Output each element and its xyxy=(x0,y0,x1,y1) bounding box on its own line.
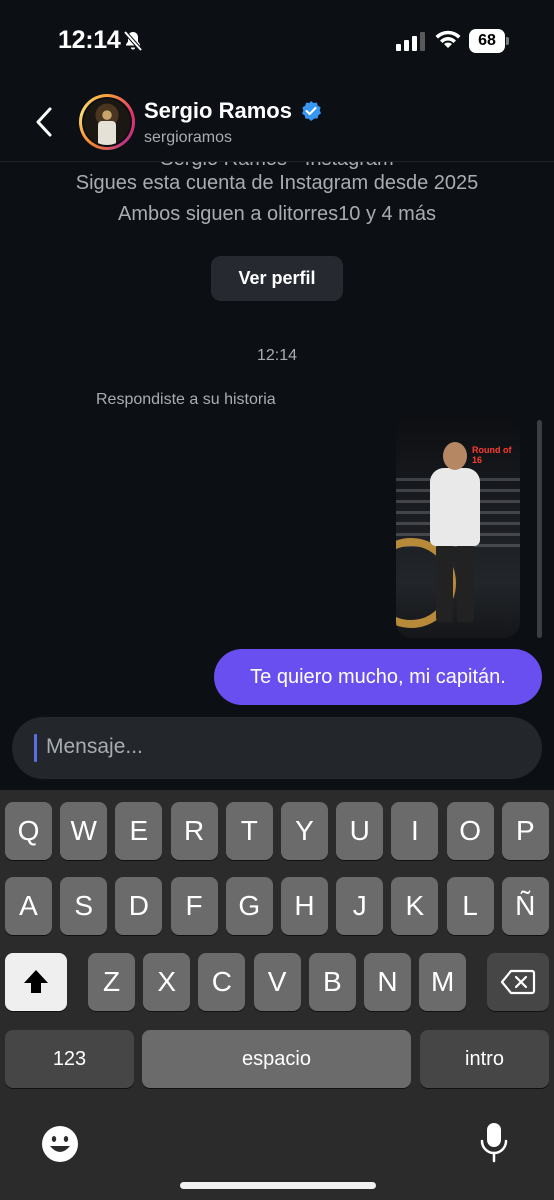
story-thumbnail[interactable]: Round of 16 xyxy=(396,418,520,638)
key-z[interactable]: Z xyxy=(88,953,135,1011)
status-time: 12:14 xyxy=(58,26,121,54)
key-u[interactable]: U xyxy=(336,802,384,860)
home-indicator xyxy=(180,1182,376,1189)
story-badge-text: Round of 16 xyxy=(472,445,512,465)
key-a[interactable]: A xyxy=(5,877,52,935)
chat-header: Sergio Ramos sergioramos xyxy=(0,84,554,162)
key-ñ[interactable]: Ñ xyxy=(501,877,549,935)
message-placeholder: Mensaje... xyxy=(46,735,143,758)
sent-message-bubble[interactable]: Te quiero mucho, mi capitán. xyxy=(214,649,542,705)
battery-level: 68 xyxy=(478,32,496,49)
key-x[interactable]: X xyxy=(143,953,191,1011)
text-cursor xyxy=(34,734,37,762)
key-b[interactable]: B xyxy=(308,953,356,1011)
key-q[interactable]: Q xyxy=(5,802,52,860)
follow-since-text: Sigues esta cuenta de Instagram desde 20… xyxy=(75,172,479,194)
contact-name[interactable]: Sergio Ramos xyxy=(144,98,292,124)
backspace-key[interactable] xyxy=(487,953,549,1011)
key-f[interactable]: F xyxy=(170,877,218,935)
key-w[interactable]: W xyxy=(60,802,108,860)
bell-slash-icon xyxy=(123,30,143,52)
key-h[interactable]: H xyxy=(281,877,328,935)
key-j[interactable]: J xyxy=(336,877,384,935)
story-reply-label: Respondiste a su historia xyxy=(96,391,276,408)
key-d[interactable]: D xyxy=(115,877,163,935)
verified-badge-icon xyxy=(302,101,321,121)
key-i[interactable]: I xyxy=(391,802,439,860)
key-p[interactable]: P xyxy=(501,802,549,860)
key-r[interactable]: R xyxy=(170,802,218,860)
key-n[interactable]: N xyxy=(364,953,411,1011)
signal-icon xyxy=(396,32,425,51)
emoji-icon[interactable] xyxy=(40,1124,80,1164)
key-l[interactable]: L xyxy=(446,877,494,935)
chat-thread[interactable]: Sergio Ramos · Instagram Sigues esta cue… xyxy=(0,162,554,790)
key-y[interactable]: Y xyxy=(281,802,328,860)
key-s[interactable]: S xyxy=(60,877,108,935)
key-m[interactable]: M xyxy=(419,953,467,1011)
mutual-followers-text: Ambos siguen a olitorres10 y 4 más xyxy=(118,203,436,225)
scroll-indicator xyxy=(537,420,542,638)
avatar[interactable] xyxy=(79,94,135,150)
contact-username: sergioramos xyxy=(144,129,233,146)
message-input[interactable]: Mensaje... xyxy=(12,717,542,779)
key-t[interactable]: T xyxy=(225,802,273,860)
key-k[interactable]: K xyxy=(391,877,439,935)
space-key[interactable]: espacio xyxy=(142,1030,411,1088)
key-e[interactable]: E xyxy=(115,802,163,860)
numbers-key[interactable]: 123 xyxy=(5,1030,134,1088)
wifi-icon xyxy=(435,30,461,48)
key-v[interactable]: V xyxy=(253,953,301,1011)
status-bar: 12:14 68 xyxy=(0,0,554,84)
return-key[interactable]: intro xyxy=(420,1030,549,1088)
key-c[interactable]: C xyxy=(198,953,246,1011)
backspace-icon xyxy=(500,969,536,995)
view-profile-button[interactable]: Ver perfil xyxy=(211,256,343,301)
key-o[interactable]: O xyxy=(446,802,494,860)
chevron-left-icon[interactable] xyxy=(28,104,62,140)
chat-timestamp: 12:14 xyxy=(256,347,298,364)
shift-icon xyxy=(24,970,48,993)
shift-key[interactable] xyxy=(5,953,67,1011)
battery-icon: 68 xyxy=(469,29,509,53)
microphone-icon[interactable] xyxy=(478,1121,510,1165)
key-g[interactable]: G xyxy=(225,877,273,935)
profile-info-clipped: Sergio Ramos · Instagram xyxy=(0,162,554,171)
avatar-photo xyxy=(84,99,130,145)
